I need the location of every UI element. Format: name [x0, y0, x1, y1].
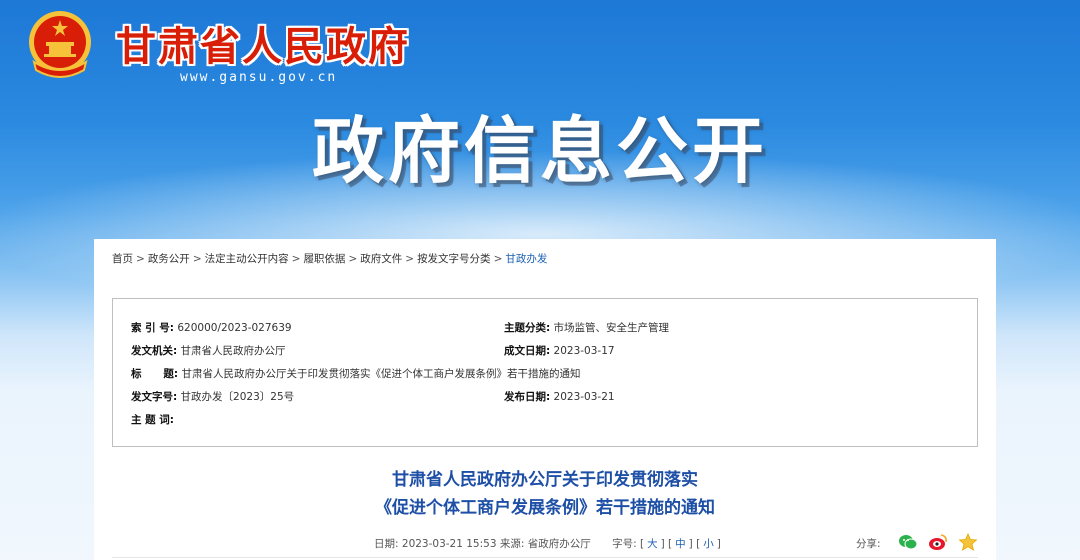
share-label: 分享:: [856, 538, 881, 550]
breadcrumb-by-doc-number[interactable]: 按发文字号分类: [417, 253, 491, 265]
weibo-icon[interactable]: [928, 533, 948, 551]
meta-docno-row: 发文字号: 甘政办发〔2023〕25号: [131, 389, 294, 404]
breadcrumb: 首页 > 政务公开 > 法定主动公开内容 > 履职依据 > 政府文件 > 按发文字号分类 > 甘政办发: [112, 251, 547, 266]
font-size-bracket: [: [668, 538, 673, 550]
breadcrumb-gov-affairs[interactable]: 政务公开: [148, 253, 190, 265]
meta-index-row: 索 引 号: 620000/2023-027639: [131, 320, 292, 335]
document-title-line1: 甘肃省人民政府办公厅关于印发贯彻落实: [392, 470, 698, 490]
font-size-bracket: ]: [716, 538, 721, 550]
site-name[interactable]: 甘肃省人民政府: [116, 14, 410, 72]
breadcrumb-current[interactable]: 甘政办发: [505, 253, 547, 265]
meta-written-value: 2023-03-17: [553, 345, 615, 357]
meta-written-row: 成文日期: 2023-03-17: [504, 343, 615, 358]
source-value: 省政府办公厅: [527, 538, 591, 550]
date-label: 日期:: [374, 538, 399, 550]
breadcrumb-separator: >: [136, 253, 145, 265]
national-emblem-icon: [29, 11, 91, 78]
meta-keywords-row: 主 题 词:: [131, 412, 174, 427]
meta-issuer-row: 发文机关: 甘肃省人民政府办公厅: [131, 343, 286, 358]
breadcrumb-separator: >: [348, 253, 358, 265]
divider: [112, 557, 978, 558]
site-url[interactable]: www.gansu.gov.cn: [180, 70, 337, 85]
document-info-bar: 日期: 2023-03-21 15:53 来源: 省政府办公厅 字号: [大] …: [374, 536, 721, 551]
font-size-bracket: ]: [688, 538, 693, 550]
meta-docno-label: 发文字号:: [131, 391, 178, 403]
breadcrumb-separator: >: [493, 253, 503, 265]
font-size-bracket: [: [639, 538, 645, 550]
meta-published-label: 发布日期:: [504, 391, 551, 403]
date-value: 2023-03-21 15:53: [401, 538, 497, 550]
font-size-bracket: [: [696, 538, 701, 550]
breadcrumb-separator: >: [405, 253, 415, 265]
font-size-label: 字号:: [612, 538, 637, 550]
favorite-star-icon[interactable]: [958, 533, 978, 551]
share-icons: [898, 533, 988, 553]
meta-topic-label: 主题分类:: [504, 322, 551, 334]
breadcrumb-duty-basis[interactable]: 履职依据: [303, 253, 345, 265]
font-size-large-button[interactable]: 大: [647, 538, 658, 550]
breadcrumb-separator: >: [291, 253, 301, 265]
font-size-bracket: ]: [660, 538, 665, 550]
meta-index-value: 620000/2023-027639: [177, 322, 292, 334]
meta-keywords-label: 主 题 词:: [131, 414, 175, 426]
meta-title-value: 甘肃省人民政府办公厅关于印发贯彻落实《促进个体工商户发展条例》若干措施的通知: [181, 368, 581, 380]
wechat-icon[interactable]: [898, 533, 918, 551]
meta-published-row: 发布日期: 2023-03-21: [504, 389, 615, 404]
meta-title-label: 标 题:: [131, 368, 179, 380]
document-title-line2: 《促进个体工商户发展条例》若干措施的通知: [375, 498, 715, 518]
source-label: 来源:: [499, 538, 525, 550]
document-metadata-box: 索 引 号: 620000/2023-027639 主题分类: 市场监管、安全生…: [112, 298, 978, 447]
meta-written-label: 成文日期:: [504, 345, 551, 357]
banner-title: 政府信息公开: [311, 108, 768, 193]
meta-issuer-value: 甘肃省人民政府办公厅: [180, 345, 286, 357]
meta-published-value: 2023-03-21: [553, 391, 615, 403]
content-panel: 首页 > 政务公开 > 法定主动公开内容 > 履职依据 > 政府文件 > 按发文字号分类 > 甘政办发 …: [94, 239, 996, 560]
meta-topic-value: 市场监管、安全生产管理: [553, 322, 670, 334]
breadcrumb-statutory-disclosure[interactable]: 法定主动公开内容: [205, 253, 289, 265]
meta-issuer-label: 发文机关:: [131, 345, 178, 357]
breadcrumb-separator: >: [192, 253, 202, 265]
meta-title-row: 标 题: 甘肃省人民政府办公厅关于印发贯彻落实《促进个体工商户发展条例》若干措施…: [131, 366, 580, 381]
meta-topic-row: 主题分类: 市场监管、安全生产管理: [504, 320, 669, 335]
breadcrumb-home[interactable]: 首页: [112, 253, 133, 265]
meta-docno-value: 甘政办发〔2023〕25号: [180, 391, 295, 403]
font-size-medium-button[interactable]: 中: [675, 538, 686, 550]
font-size-small-button[interactable]: 小: [703, 538, 714, 550]
breadcrumb-gov-documents[interactable]: 政府文件: [360, 253, 402, 265]
meta-index-label: 索 引 号:: [131, 322, 175, 334]
